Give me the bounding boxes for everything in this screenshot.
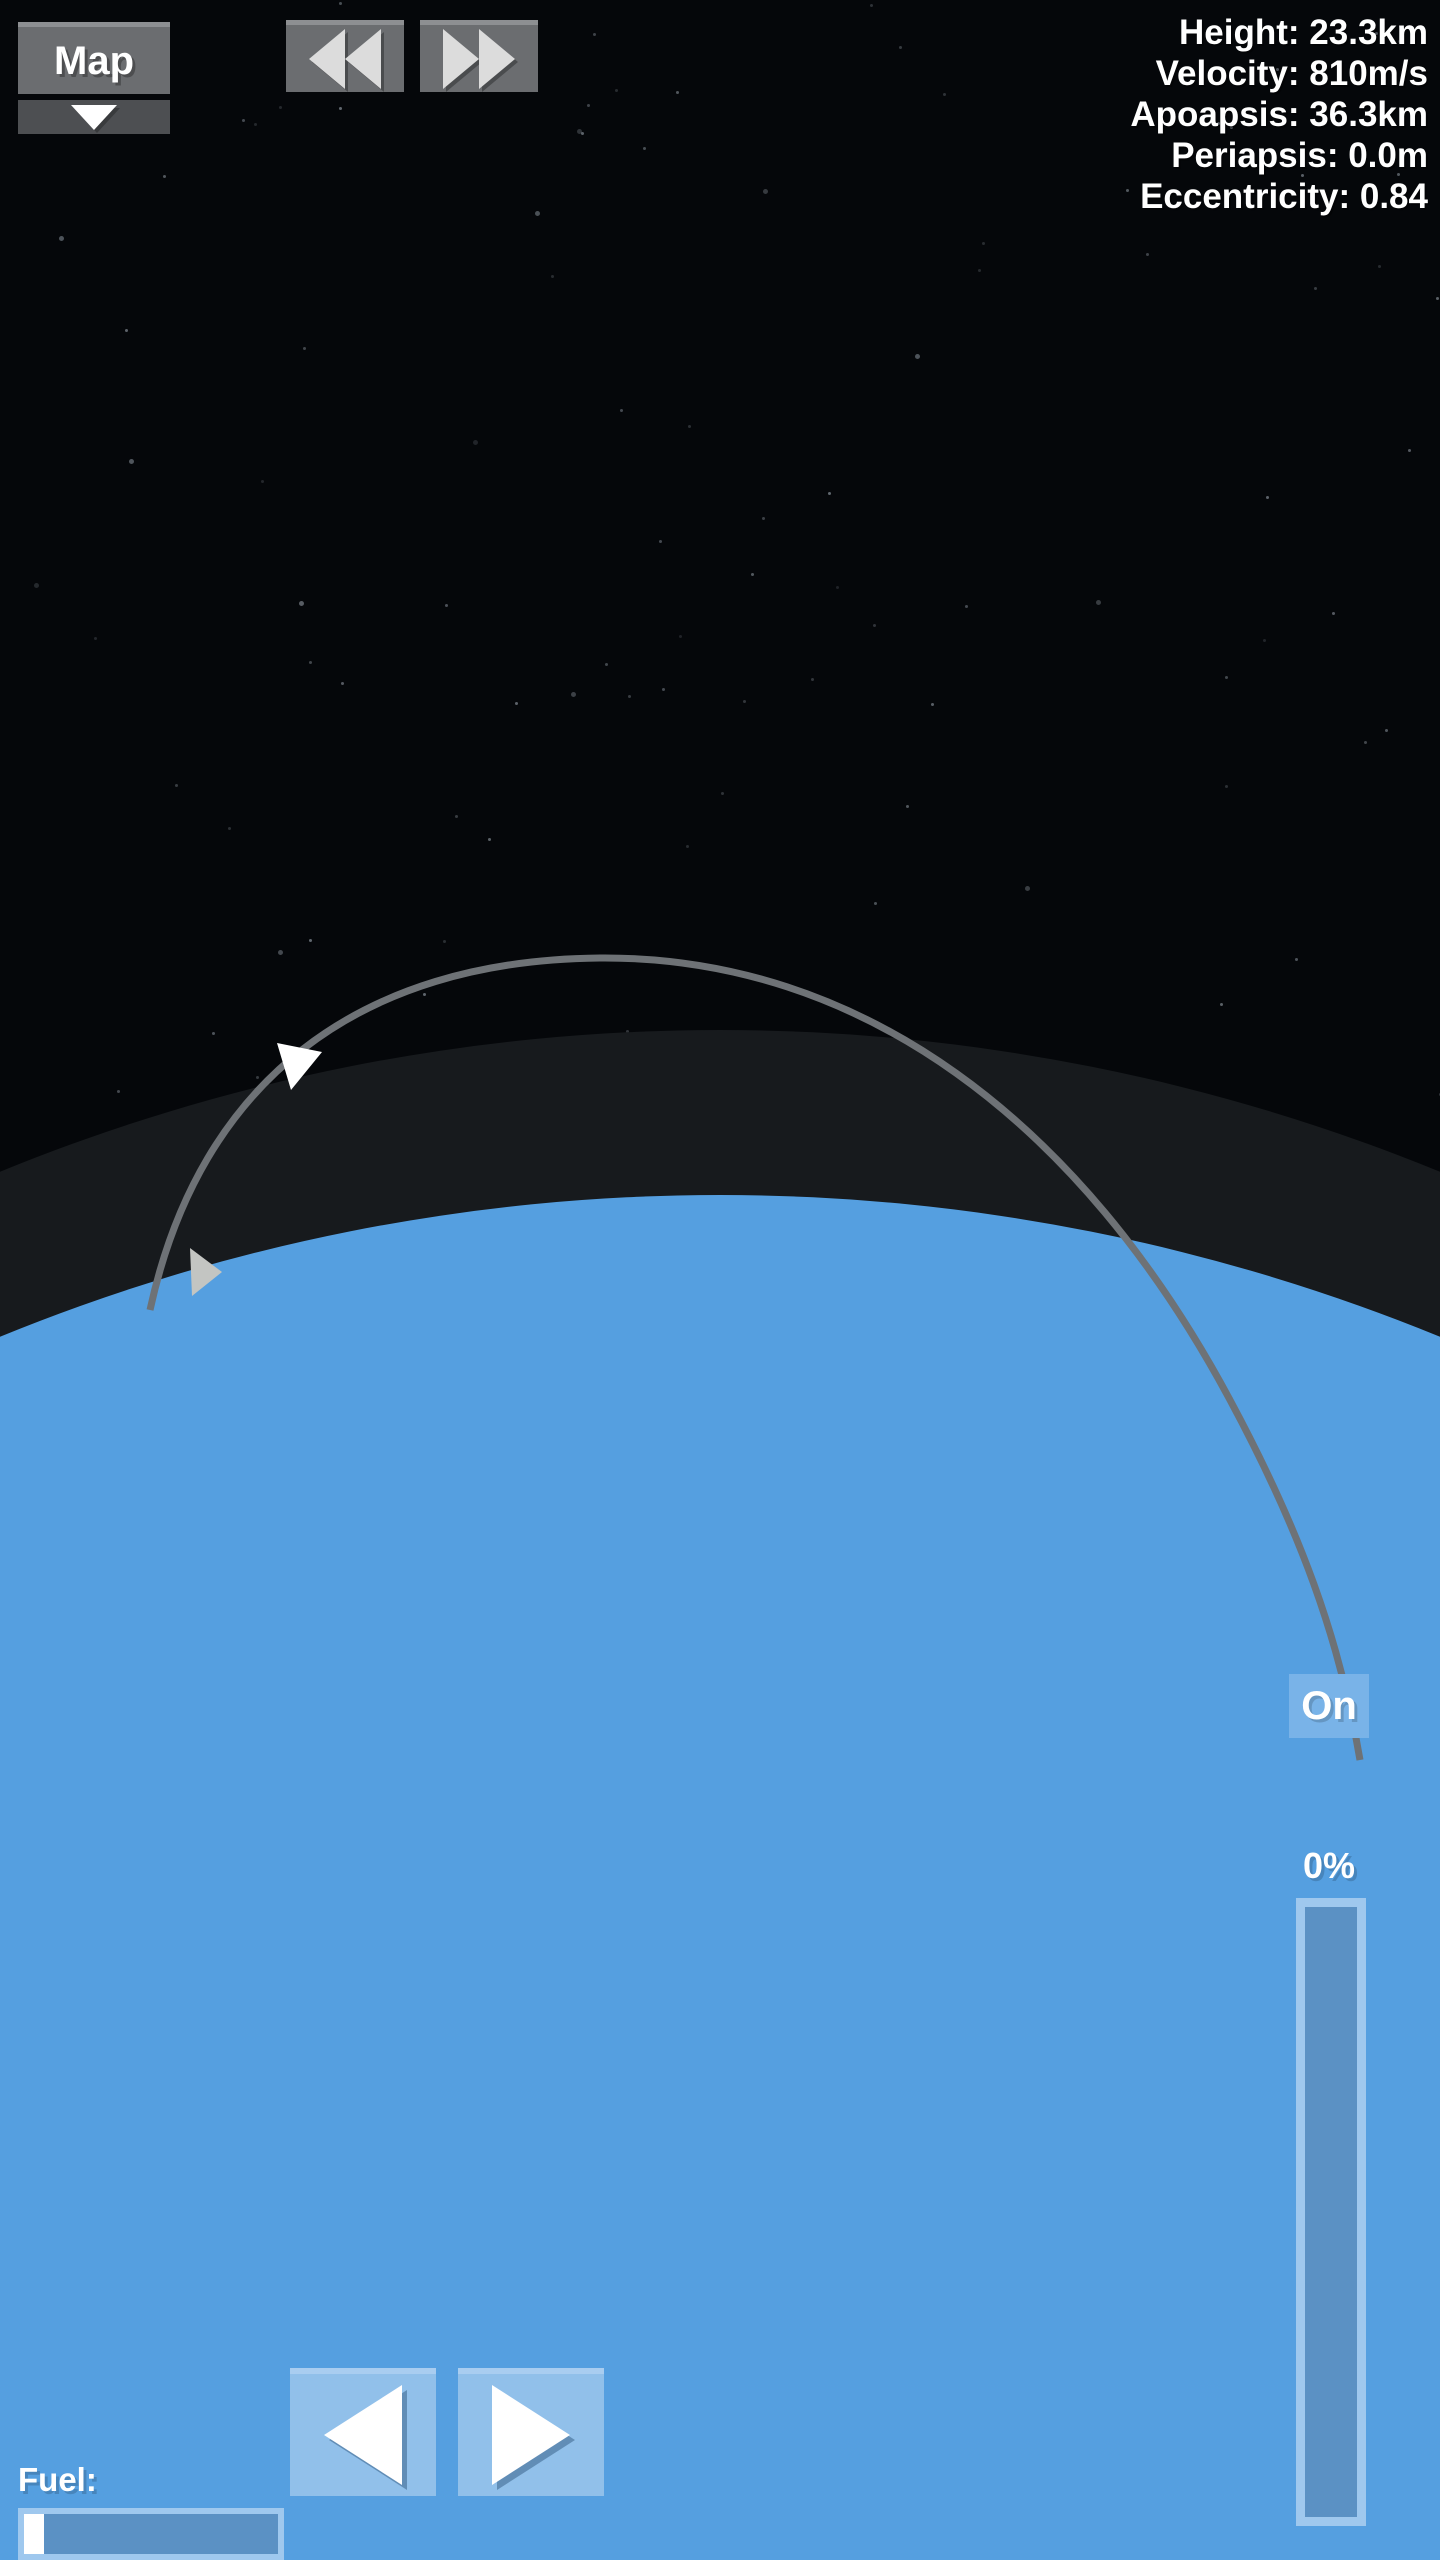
trajectory-path [146, 954, 1364, 1761]
telemetry-eccentricity: Eccentricity: 0.84 [1140, 177, 1428, 216]
map-button-group: Map [18, 22, 170, 134]
fast-forward-double-arrow-icon [443, 28, 479, 89]
map-button[interactable]: Map [18, 22, 170, 94]
engine-toggle-label: On [1301, 1684, 1357, 1728]
map-dropdown-button[interactable] [18, 100, 170, 134]
telemetry-height: Height: 23.3km [1179, 13, 1428, 52]
triangle-right-icon [492, 2385, 570, 2485]
rewind-double-arrow-icon [309, 28, 345, 89]
rotate-left-button[interactable] [290, 2368, 436, 2496]
time-warp-controls [286, 20, 538, 92]
game-screen: Map Height: 23.3km Velocity: 810m/s Apoa… [0, 0, 1440, 2560]
periapsis-triangle-icon [190, 1248, 222, 1296]
triangle-left-icon [324, 2385, 402, 2485]
rewind-double-arrow-icon-second [345, 28, 381, 89]
chevron-down-icon [71, 104, 117, 130]
engine-toggle-button[interactable]: On [1289, 1674, 1369, 1738]
rotation-controls [290, 2368, 604, 2496]
trajectory-overlay [146, 954, 1364, 1761]
fuel-gauge-group: Fuel: [18, 2462, 284, 2560]
throttle-slider[interactable] [1296, 1898, 1366, 2526]
throttle-percent-label: 0% [1302, 1845, 1356, 1886]
telemetry-panel: Height: 23.3km Velocity: 810m/s Apoapsis… [1130, 12, 1428, 217]
fuel-bar [18, 2508, 284, 2560]
map-button-label: Map [54, 38, 134, 83]
throttle-track [1305, 1907, 1357, 2517]
fast-forward-double-arrow-icon-second [479, 28, 515, 89]
fuel-label: Fuel: [18, 2461, 97, 2498]
telemetry-periapsis: Periapsis: 0.0m [1171, 136, 1428, 175]
telemetry-velocity: Velocity: 810m/s [1155, 54, 1428, 93]
rotate-right-button[interactable] [458, 2368, 604, 2496]
time-warp-forward-button[interactable] [420, 20, 538, 92]
telemetry-apoapsis: Apoapsis: 36.3km [1130, 95, 1428, 134]
world-view[interactable] [0, 0, 1440, 2560]
fuel-fill [24, 2514, 45, 2554]
time-warp-rewind-button[interactable] [286, 20, 404, 92]
fuel-track [24, 2514, 278, 2554]
